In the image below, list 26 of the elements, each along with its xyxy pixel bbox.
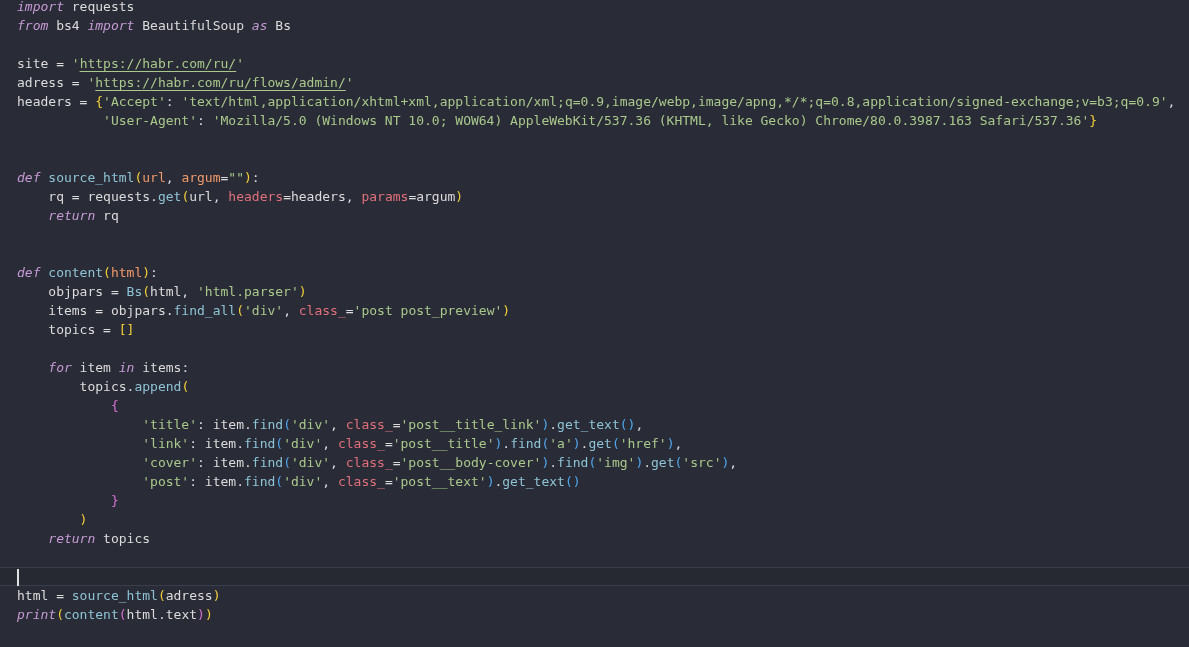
code-line: def source_html(url, argum=""): xyxy=(17,169,260,187)
code-line: return topics xyxy=(47,530,151,548)
code-line: { xyxy=(109,397,119,415)
code-line: 'post': item.find('div', class_='post__text').get_text() xyxy=(141,473,581,491)
code-line: return rq xyxy=(47,207,119,225)
code-line: rq = requests.get(url, headers=headers, params=argum) xyxy=(47,188,464,206)
code-line: from bs4 import BeautifulSoup as Bs xyxy=(17,17,291,35)
code-line: 'cover': item.find('div', class_='post__body-cover').find('img').get('src'), xyxy=(141,454,738,472)
code-line: print(content(html.text)) xyxy=(17,606,213,624)
code-line: 'title': item.find('div', class_='post__title_link').get_text(), xyxy=(141,416,644,434)
code-line: 'link': item.find('div', class_='post__title').find('a').get('href'), xyxy=(141,435,683,453)
code-line: adress = 'https://habr.com/ru/flows/admin/' xyxy=(17,74,354,92)
code-line: objpars = Bs(html, 'html.parser') xyxy=(47,283,307,301)
code-line: headers = {'Accept': 'text/html,application/xhtml+xml,application/xml;q=0.9,image/webp,image/apng,*/*;q=0.8,application/signed-exchange;v=b3;q=0.9', xyxy=(17,93,1176,111)
code-line: def content(html): xyxy=(17,264,158,282)
code-line: html = source_html(adress) xyxy=(17,587,221,605)
code-line: items = objpars.find_all('div', class_='post post_preview') xyxy=(47,302,511,320)
code-line: topics.append( xyxy=(78,378,190,396)
code-line: ) xyxy=(78,511,88,529)
code-line: import requests xyxy=(17,0,135,16)
code-line: } xyxy=(109,492,119,510)
code-line: 'User-Agent': 'Mozilla/5.0 (Windows NT 10.0; WOW64) AppleWebKit/537.36 (KHTML, like Gecko) Chrome/80.0.3987.163 Safari/537.36'} xyxy=(102,112,1098,130)
code-line: for item in items: xyxy=(47,359,190,377)
code-line: topics = [] xyxy=(47,321,135,339)
text-cursor xyxy=(17,569,19,586)
code-line: site = 'https://habr.com/ru/' xyxy=(17,55,244,73)
